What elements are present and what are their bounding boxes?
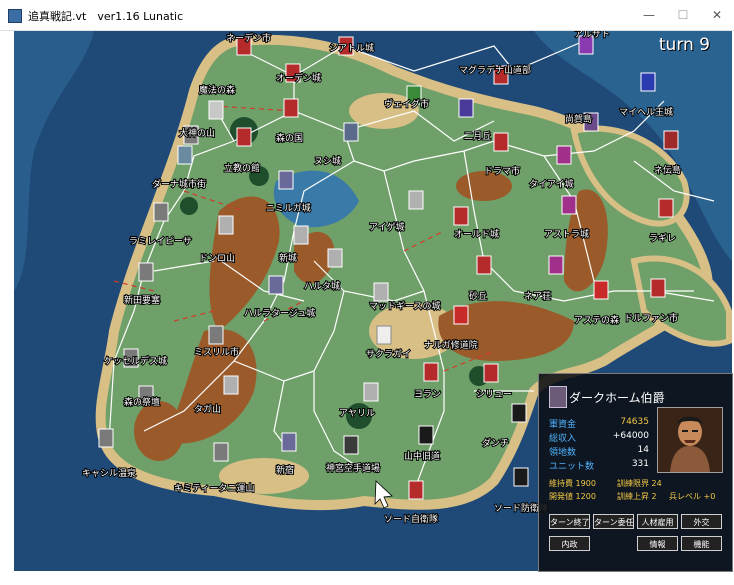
training-rise-stat: 訓練上昇 2 xyxy=(617,492,657,501)
town-label: オールド城 xyxy=(454,229,499,240)
turn-counter: turn 9 xyxy=(658,35,710,55)
town-label: 砂丘 xyxy=(469,290,487,302)
maximize-button[interactable]: ☐ xyxy=(666,0,700,30)
town-label: ドンロ山 xyxy=(199,253,235,264)
town-label: アルサト xyxy=(574,31,610,40)
income-label: 総収入 xyxy=(549,434,577,444)
town-label: シアトル城 xyxy=(329,43,374,54)
upkeep-stat: 維持費 1900 xyxy=(549,479,596,488)
town-label: ドルファン市 xyxy=(624,312,678,324)
town-label: ミスリル市 xyxy=(194,346,239,358)
delegate-turn-button[interactable]: ターン委任 xyxy=(593,514,634,529)
town-label: アイゲ城 xyxy=(369,221,405,233)
town-label: ラギレ xyxy=(649,233,676,244)
town-label: 神宮空手道場 xyxy=(326,462,380,474)
town-label: マグラデナ山道部 xyxy=(459,64,531,76)
town-label: ダンチ xyxy=(482,437,509,449)
town-label: ナルガ修道院 xyxy=(424,339,478,351)
town-label: ハルタ城 xyxy=(304,281,340,292)
town-label: アヤリル xyxy=(339,409,375,419)
development-stat: 開発値 1200 xyxy=(549,492,596,501)
funds-value: 74635 xyxy=(620,417,649,427)
town-label: マッドギースの城 xyxy=(369,301,441,312)
town-label: 山中旧道 xyxy=(404,450,440,462)
hire-button[interactable]: 人材雇用 xyxy=(637,514,678,529)
town-label: オーデン城 xyxy=(276,72,321,84)
units-value: 331 xyxy=(631,459,649,469)
lord-portrait xyxy=(657,407,723,473)
town-label: 二月丘 xyxy=(464,131,491,142)
town-label: 尚賀島 xyxy=(565,113,592,125)
info-button[interactable]: 情報 xyxy=(637,536,678,551)
town-label: ドラマ市 xyxy=(484,165,520,177)
forest-5 xyxy=(180,197,198,215)
town-label: 森の国 xyxy=(276,132,303,144)
town-label: ヴェイグ市 xyxy=(384,98,429,110)
close-button[interactable]: ✕ xyxy=(700,0,734,30)
diplomacy-button[interactable]: 外交 xyxy=(681,514,722,529)
town-label: ネア荘 xyxy=(524,291,551,302)
town-label: マイヘル王城 xyxy=(619,107,673,118)
soldier-level-stat: 兵レベル +0 xyxy=(669,492,716,501)
town-label: キャシル温泉 xyxy=(82,467,136,479)
town-label: タイアイ城 xyxy=(529,179,574,190)
app-icon xyxy=(8,9,22,23)
lord-info-panel: ダークホーム伯爵 軍資金 74635 総収入 +64000 領地数 14 ユニッ… xyxy=(538,373,733,572)
end-turn-button[interactable]: ターン終了 xyxy=(549,514,590,529)
window-title: 追真戦記.vt ver1.16 Lunatic xyxy=(28,10,184,23)
town-label: 森の祭壇 xyxy=(124,396,160,408)
town-label: ヌシ城 xyxy=(314,156,341,167)
title-bar: 追真戦記.vt ver1.16 Lunatic — ☐ ✕ xyxy=(0,0,734,31)
minimize-button[interactable]: — xyxy=(632,0,666,30)
income-value: +64000 xyxy=(612,431,649,441)
town-label: 新宿 xyxy=(276,464,294,476)
town-label: サクラガイ xyxy=(366,349,411,360)
function-button[interactable]: 機能 xyxy=(681,536,722,551)
territory-value: 14 xyxy=(637,445,649,455)
town-label: アストラ城 xyxy=(544,229,589,240)
town-label: ヨラン xyxy=(414,389,441,400)
town-label: ラミレイピーサ xyxy=(129,236,192,247)
town-label: ネーデン市 xyxy=(226,32,271,44)
hill-south-west xyxy=(134,401,184,461)
town-label: タガ山 xyxy=(194,404,221,415)
town-label: ハルラタージュ城 xyxy=(244,308,315,319)
town-label: 大神の山 xyxy=(179,127,215,139)
town-label: 新城 xyxy=(279,252,297,264)
town-label: ソード自衛隊 xyxy=(384,513,438,525)
town-label: ニミルガ城 xyxy=(266,203,311,214)
town-label: シリュー xyxy=(476,390,512,400)
town-label: ダーナ城市街 xyxy=(152,178,206,190)
town-label: ケッセルデス城 xyxy=(104,355,167,367)
units-label: ユニット数 xyxy=(549,462,595,472)
town-label: 魔法の森 xyxy=(199,84,235,96)
funds-label: 軍資金 xyxy=(549,420,577,430)
training-limit-stat: 訓練限界 24 xyxy=(617,479,662,488)
town-label: ネ伝島 xyxy=(654,164,681,176)
faction-flag-icon xyxy=(549,386,567,408)
lord-name: ダークホーム伯爵 xyxy=(569,391,665,405)
town-label: キミティータニ運山 xyxy=(174,483,254,494)
town-label: 新田要塞 xyxy=(124,294,160,306)
territory-label: 領地数 xyxy=(549,448,577,458)
town-label: 立教の館 xyxy=(224,162,260,174)
town-label: アステの森 xyxy=(574,314,619,326)
internal-affairs-button[interactable]: 内政 xyxy=(549,536,590,551)
